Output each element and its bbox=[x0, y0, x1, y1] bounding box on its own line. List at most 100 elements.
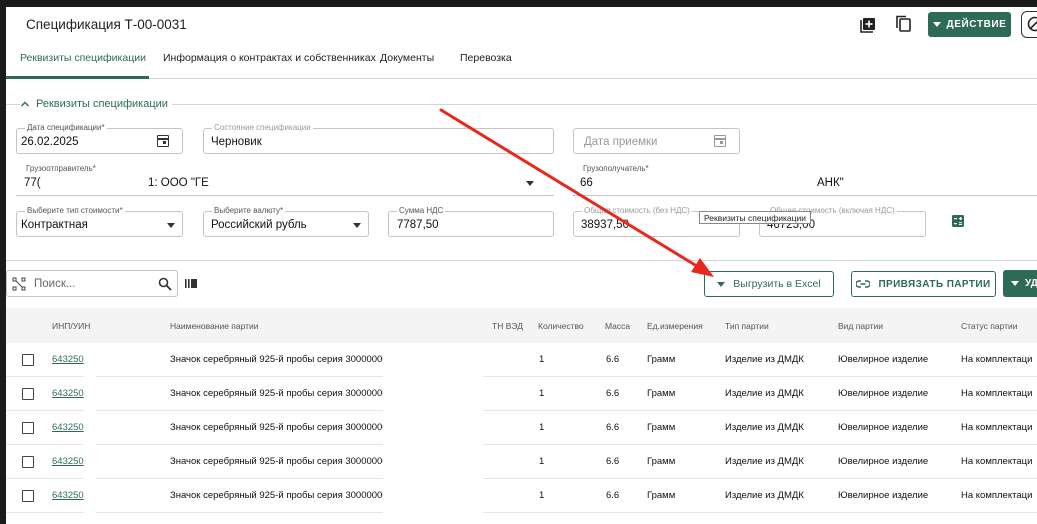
column-toggle-icon[interactable] bbox=[185, 278, 198, 289]
row-kind: Ювелирное изделие bbox=[838, 490, 929, 501]
row-unit: Грамм bbox=[647, 490, 676, 501]
row-type: Изделие из ДМДК bbox=[725, 490, 804, 501]
row-inp-link[interactable]: 643250 bbox=[52, 354, 84, 365]
section-toggle[interactable]: Реквизиты спецификации bbox=[20, 98, 172, 110]
column-header-kind[interactable]: Вид партии bbox=[838, 321, 883, 331]
column-header-tnved[interactable]: ТН ВЭД bbox=[492, 321, 523, 331]
spec-date-label: Дата спецификации* bbox=[25, 123, 107, 133]
search-placeholder: Поиск... bbox=[34, 278, 76, 290]
copy-icon[interactable] bbox=[895, 15, 913, 33]
row-status: На комплектаци bbox=[961, 354, 1033, 365]
action-button[interactable]: ДЕЙСТВИЕ bbox=[928, 12, 1011, 37]
row-status: На комплектаци bbox=[961, 456, 1033, 467]
vat-sum-label: Сумма НДС bbox=[397, 206, 446, 216]
chevron-down-icon bbox=[717, 281, 726, 287]
redaction-mask bbox=[383, 377, 483, 411]
spec-date-value: 26.02.2025 bbox=[21, 136, 79, 148]
redaction-mask bbox=[84, 479, 96, 513]
row-unit: Грамм bbox=[647, 422, 676, 433]
row-name: Значок серебряный 925-й пробы серия 3000… bbox=[170, 490, 388, 501]
redaction-mask bbox=[84, 445, 96, 479]
shipper-value-part1: 77( bbox=[24, 177, 41, 189]
row-unit: Грамм bbox=[647, 388, 676, 399]
shipper-select[interactable]: Грузоотправитель* 77( 1: ООО "ГЕ bbox=[16, 164, 554, 196]
checkbox-icon[interactable] bbox=[22, 456, 34, 468]
spec-state-field: Состояние спецификации Черновик bbox=[203, 123, 554, 154]
row-status: На комплектаци bbox=[961, 388, 1033, 399]
page-title: Спецификация Т-00-0031 bbox=[26, 17, 187, 32]
calculator-icon[interactable] bbox=[951, 214, 965, 228]
specification-page: Спецификация Т-00-0031 ДЕЙСТВИЕ Реквизит… bbox=[6, 7, 1037, 524]
slash-circle-icon bbox=[1027, 16, 1037, 32]
checkbox-icon[interactable] bbox=[22, 490, 34, 502]
row-name: Значок серебряный 925-й пробы серия 3000… bbox=[170, 354, 388, 365]
column-header-mass[interactable]: Масса bbox=[605, 321, 630, 331]
search-input[interactable]: Поиск... bbox=[6, 270, 178, 297]
row-qty: 1 bbox=[539, 490, 545, 501]
row-inp-link[interactable]: 643250 bbox=[52, 456, 84, 467]
row-inp-link[interactable]: 643250 bbox=[52, 422, 84, 433]
chevron-down-icon bbox=[1011, 281, 1019, 286]
column-header-qty[interactable]: Количество bbox=[538, 321, 584, 331]
checkbox-icon[interactable] bbox=[22, 422, 34, 434]
add-box-icon[interactable] bbox=[860, 15, 878, 33]
table-row[interactable]: 643250 Значок серебряный 925-й пробы сер… bbox=[6, 411, 1037, 445]
bind-batches-button[interactable]: ПРИВЯЗАТЬ ПАРТИИ bbox=[851, 271, 996, 297]
row-inp-link[interactable]: 643250 bbox=[52, 388, 84, 399]
row-type: Изделие из ДМДК bbox=[725, 456, 804, 467]
cost-type-value: Контрактная bbox=[21, 219, 88, 231]
chevron-down-icon[interactable] bbox=[167, 223, 175, 228]
row-name: Значок серебряный 925-й пробы серия 3000… bbox=[170, 422, 388, 433]
table-row[interactable]: 643250 Значок серебряный 925-й пробы сер… bbox=[6, 377, 1037, 411]
export-excel-button[interactable]: Выгрузить в Excel bbox=[704, 271, 834, 297]
table-row[interactable]: 643250 Значок серебряный 925-й пробы сер… bbox=[6, 479, 1037, 513]
checkbox-icon[interactable] bbox=[22, 388, 34, 400]
currency-label: Выберите валюту* bbox=[212, 206, 286, 216]
table-row[interactable]: 643250 Значок серебряный 925-й пробы сер… bbox=[6, 343, 1037, 377]
redaction-mask bbox=[84, 411, 96, 445]
row-qty: 1 bbox=[539, 422, 545, 433]
table-row[interactable] bbox=[6, 513, 1037, 524]
export-excel-label: Выгрузить в Excel bbox=[733, 278, 821, 290]
slash-circle-button[interactable] bbox=[1021, 11, 1037, 38]
calendar-icon bbox=[714, 135, 726, 147]
row-kind: Ювелирное изделие bbox=[838, 354, 929, 365]
redaction-mask bbox=[383, 343, 483, 377]
consignee-value-part2: АНК" bbox=[817, 177, 844, 189]
chevron-down-icon[interactable] bbox=[526, 181, 534, 186]
delete-button[interactable]: УД bbox=[1003, 270, 1037, 297]
chevron-down-icon[interactable] bbox=[353, 223, 361, 228]
row-type: Изделие из ДМДК bbox=[725, 422, 804, 433]
calendar-icon[interactable] bbox=[157, 135, 169, 147]
select-all-icon[interactable] bbox=[12, 277, 26, 291]
consignee-select[interactable]: Грузополучатель* 66 АНК" bbox=[573, 164, 1037, 196]
row-inp-link[interactable]: 643250 bbox=[52, 490, 84, 501]
search-icon[interactable] bbox=[158, 277, 172, 291]
chevron-down-icon bbox=[932, 22, 941, 27]
column-header-type[interactable]: Тип партии bbox=[725, 321, 769, 331]
tab-spec-details[interactable]: Реквизиты спецификации bbox=[20, 52, 146, 64]
consignee-label: Грузополучатель* bbox=[581, 164, 651, 174]
row-mass: 6.6 bbox=[606, 354, 620, 365]
accept-date-placeholder: Дата приемки bbox=[584, 136, 658, 148]
table-header: ИНП/УИН Наименование партии ТН ВЭД Колич… bbox=[6, 308, 1037, 343]
row-kind: Ювелирное изделие bbox=[838, 456, 929, 467]
column-header-status[interactable]: Статус партии bbox=[961, 321, 1018, 331]
row-unit: Грамм bbox=[647, 354, 676, 365]
spec-date-field[interactable]: Дата спецификации* 26.02.2025 bbox=[16, 123, 183, 154]
column-header-inp[interactable]: ИНП/УИН bbox=[52, 321, 90, 331]
redaction-mask bbox=[383, 411, 483, 445]
redaction-mask bbox=[84, 343, 96, 377]
tab-transport[interactable]: Перевозка bbox=[460, 52, 512, 64]
cost-type-select[interactable]: Выберите тип стоимости* Контрактная bbox=[16, 206, 183, 237]
checkbox-icon[interactable] bbox=[22, 354, 34, 366]
currency-select[interactable]: Выберите валюту* Российский рубль bbox=[203, 206, 369, 237]
tab-contracts[interactable]: Информация о контрактах и собственниках bbox=[163, 52, 376, 64]
cost-type-label: Выберите тип стоимости* bbox=[25, 206, 125, 216]
tab-documents[interactable]: Документы bbox=[380, 52, 434, 64]
table-row[interactable]: 643250 Значок серебряный 925-й пробы сер… bbox=[6, 445, 1037, 479]
column-header-unit[interactable]: Ед.измерения bbox=[647, 321, 703, 331]
row-kind: Ювелирное изделие bbox=[838, 422, 929, 433]
consignee-value-part1: 66 bbox=[580, 177, 593, 189]
column-header-name[interactable]: Наименование партии bbox=[170, 321, 259, 331]
